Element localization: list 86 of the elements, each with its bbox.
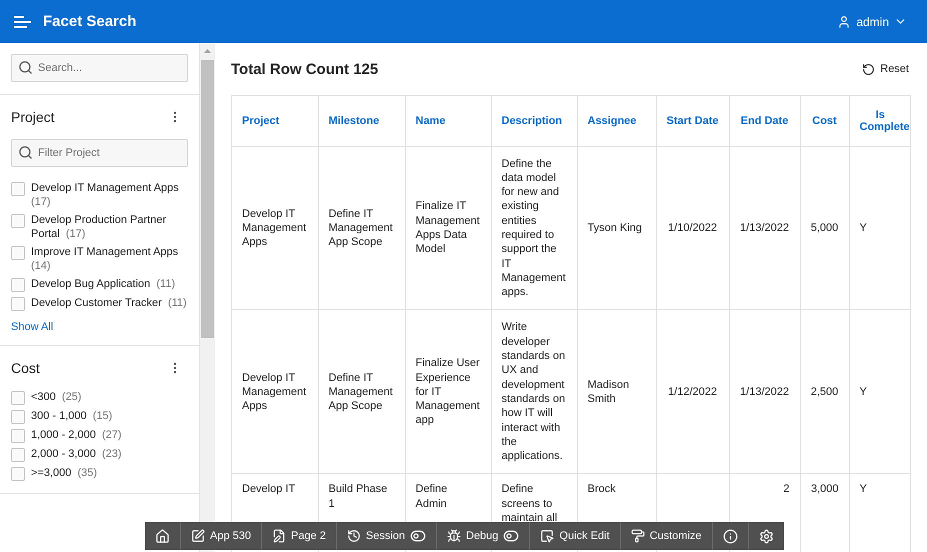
paint-roller-icon <box>630 529 645 543</box>
toolbar-button[interactable]: Session <box>336 522 437 550</box>
filter-field[interactable]: Filter Project <box>11 139 188 167</box>
edit-icon <box>191 529 205 543</box>
toolbar-button[interactable]: Debug <box>437 522 530 550</box>
settings-icon <box>758 528 774 544</box>
toggle-icon <box>503 528 520 544</box>
column-header[interactable]: Name <box>405 96 491 146</box>
facet-option-label: 300 - 1,000 (15) <box>31 409 112 423</box>
table-cell: Define IT Management App Scope <box>328 372 393 412</box>
facet-option-label: Improve IT Management Apps (14) <box>31 245 180 273</box>
checkbox[interactable] <box>11 467 25 481</box>
toolbar-button[interactable]: Customize <box>620 522 713 550</box>
facet-option-label: Develop IT Management Apps (17) <box>31 181 180 209</box>
table-cell: 1/13/2022 <box>740 386 789 398</box>
column-header[interactable]: Start Date <box>656 96 729 146</box>
reset-icon <box>862 62 876 76</box>
table-cell: Build Phase 1 <box>328 483 388 510</box>
checkbox[interactable] <box>11 214 25 228</box>
toggle-icon <box>410 528 426 544</box>
facet-title: Cost <box>11 360 40 376</box>
checkbox[interactable] <box>11 246 25 260</box>
info-icon <box>722 528 738 544</box>
table-cell: 1/10/2022 <box>668 222 717 234</box>
toolbar-button[interactable]: Quick Edit <box>530 522 621 550</box>
table-cell: Write developer standards on UX and development standards on how IT will interact with the applications. <box>502 321 566 462</box>
toolbar-button[interactable]: App 530 <box>181 522 262 550</box>
table-cell: Brock <box>588 483 616 496</box>
cursor-icon <box>540 529 554 543</box>
home-icon <box>155 528 170 544</box>
table-cell: Define Admin <box>416 483 448 510</box>
table-cell: Y <box>860 386 867 398</box>
reset-button[interactable]: Reset <box>860 58 911 80</box>
checkbox[interactable] <box>11 429 25 443</box>
checkbox[interactable] <box>11 410 25 424</box>
checkbox[interactable] <box>11 278 25 292</box>
app-title: Facet Search <box>43 13 136 30</box>
table-cell: Develop IT Management Apps <box>242 372 306 412</box>
column-header[interactable]: Project <box>232 96 318 146</box>
table-cell: Finalize User Experience for IT Management app <box>416 357 480 426</box>
table-cell: Finalize IT Management Apps Data Model <box>416 200 480 256</box>
table-cell: 5,000 <box>810 222 838 234</box>
facet-option-label: Develop Bug Application (11) <box>31 277 176 291</box>
scrollbar-thumb[interactable] <box>201 60 214 338</box>
checkbox[interactable] <box>11 391 25 405</box>
scroll-up-icon[interactable] <box>204 49 211 53</box>
table-cell: Define IT Management App Scope <box>328 208 393 248</box>
menu-icon[interactable] <box>14 16 31 28</box>
column-header[interactable]: Cost <box>800 96 849 146</box>
facet-title: Project <box>11 109 55 125</box>
column-header[interactable]: Is Complete <box>849 96 910 146</box>
toolbar-button[interactable]: Page 2 <box>262 522 337 550</box>
column-header[interactable]: Description <box>491 96 577 146</box>
facet-option-label: >=3,000 (35) <box>31 466 98 480</box>
show-all-link[interactable]: Show All <box>11 321 54 333</box>
user-menu-button[interactable]: admin <box>835 12 909 30</box>
column-header[interactable]: End Date <box>729 96 800 146</box>
table-cell: Develop IT <box>242 483 296 496</box>
user-icon <box>837 14 852 28</box>
row-count-heading: Total Row Count 125 <box>231 60 378 78</box>
facet-option-label: 2,000 - 3,000 (23) <box>31 447 122 461</box>
table-cell: Define screens to maintain all <box>502 483 558 524</box>
facet-option-label: Develop Customer Tracker (11) <box>31 296 187 310</box>
table-cell: 2 <box>783 483 790 496</box>
table-cell: Tyson King <box>588 222 642 234</box>
table-cell: Y <box>860 222 867 234</box>
search-field[interactable]: Search... <box>11 54 188 82</box>
table-cell: Y <box>860 483 867 496</box>
bug-icon <box>447 529 461 543</box>
table-cell: 3,000 <box>810 483 838 496</box>
facet-option-label: <300 (25) <box>31 390 82 404</box>
table-cell: 2,500 <box>810 386 838 398</box>
facet-option-label: Develop Production Partner Portal (17) <box>31 213 168 241</box>
column-header[interactable]: Assignee <box>577 96 656 146</box>
clock-icon <box>346 529 361 543</box>
table-cell: 1/12/2022 <box>668 386 717 398</box>
facet-option-label: 1,000 - 2,000 (27) <box>31 428 122 442</box>
table-cell: Develop IT Management Apps <box>242 208 306 248</box>
table-cell: Define the data model for new and existing entities required to support the IT Management apps. <box>502 158 566 298</box>
table-cell: Madison Smith <box>588 378 630 405</box>
table-cell: 1/13/2022 <box>740 222 789 234</box>
column-header[interactable]: Milestone <box>318 96 405 146</box>
checkbox[interactable] <box>11 297 25 311</box>
checkbox[interactable] <box>11 182 25 196</box>
page-edit-icon <box>272 529 286 543</box>
checkbox[interactable] <box>11 448 25 462</box>
